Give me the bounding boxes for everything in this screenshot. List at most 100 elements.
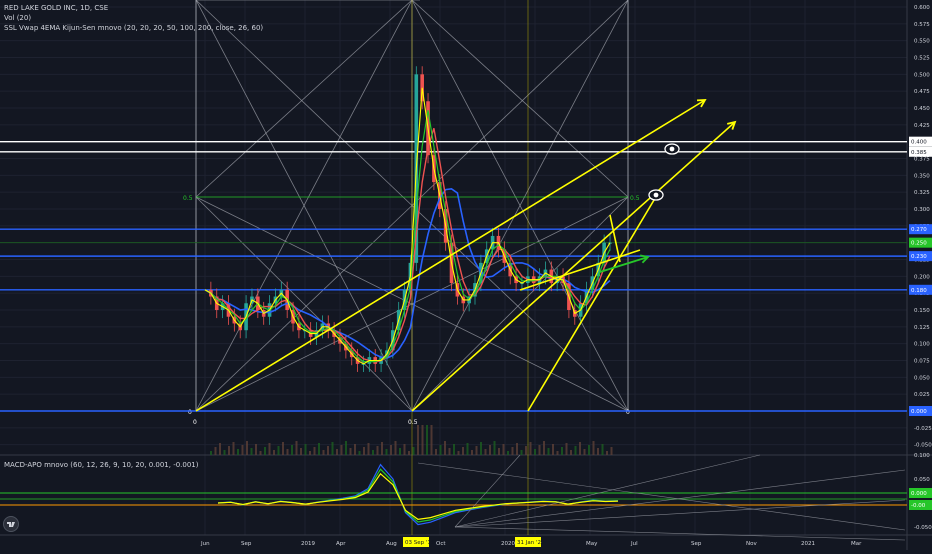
- volume-bar: [241, 445, 244, 455]
- volume-bar: [385, 449, 388, 455]
- volume-bar: [453, 444, 455, 455]
- time-tick-label: 2019: [301, 541, 315, 547]
- volume-bar: [318, 443, 320, 455]
- volume-bar: [417, 425, 419, 455]
- price-badge-label: 0.400: [911, 140, 927, 146]
- symbol-title[interactable]: RED LAKE GOLD INC, 1D, CSE: [4, 3, 263, 13]
- volume-bar: [525, 446, 527, 455]
- fib-zero-right-label: 0: [626, 409, 630, 416]
- eye-pupil: [669, 146, 675, 152]
- macd-fan-line: [454, 454, 521, 528]
- time-tick-label: Aug: [386, 541, 397, 547]
- volume-indicator-label[interactable]: Vol (20): [4, 13, 263, 23]
- volume-bar: [556, 451, 559, 455]
- trendline: [411, 121, 736, 412]
- volume-bar: [309, 451, 311, 455]
- volume-bar: [237, 449, 239, 455]
- macd-tick-label: 0.100: [914, 453, 930, 459]
- volume-bar: [421, 425, 424, 455]
- trendline: [527, 189, 661, 412]
- volume-bar: [390, 445, 392, 455]
- volume-bar: [363, 447, 365, 455]
- price-badge-label: 0.385: [911, 150, 927, 156]
- volume-bar: [588, 445, 590, 455]
- volume-bar: [502, 444, 505, 455]
- volume-bar: [601, 444, 604, 455]
- macd-badge-label: -0.00: [911, 503, 926, 509]
- price-tick-label: 0.375: [914, 157, 930, 163]
- fib-zero-label: 0: [188, 409, 192, 416]
- volume-bar: [444, 441, 446, 455]
- volume-bar: [345, 441, 347, 455]
- macd-legend: MACD-APO mnovo (60, 12, 26, 9, 10, 20, 0…: [4, 460, 199, 470]
- chart-legend: RED LAKE GOLD INC, 1D, CSE Vol (20) SSL …: [4, 3, 263, 33]
- volume-bar: [412, 447, 415, 455]
- gann-fan-drawing: 0.5 0.500.500: [183, 0, 640, 426]
- volume-bar: [543, 441, 545, 455]
- volume-bar: [597, 448, 599, 455]
- volume-bar: [435, 449, 437, 455]
- volume-bar: [376, 446, 379, 455]
- volume-bar: [610, 447, 613, 455]
- volume-bar: [507, 451, 509, 455]
- volume-bar: [354, 444, 356, 455]
- volume-bar: [538, 445, 541, 455]
- price-tick-label: 0.350: [914, 173, 930, 179]
- price-tick-label: -0.025: [914, 426, 932, 432]
- tradingview-logo-icon[interactable]: [3, 516, 19, 532]
- macd-tick-label: 0.050: [914, 477, 930, 483]
- fib-half-bottom-label: 0.5: [408, 419, 418, 426]
- volume-bar: [552, 444, 554, 455]
- volume-bar: [246, 441, 248, 455]
- ssl-indicator-label[interactable]: SSL Vwap 4EMA Kijun-Sen mnovo (20, 20, 2…: [4, 23, 263, 33]
- price-tick-label: 0.550: [914, 39, 930, 45]
- price-tick-label: 0.100: [914, 342, 930, 348]
- volume-bar: [255, 444, 257, 455]
- price-tick-label: 0.050: [914, 375, 930, 381]
- volume-bar: [489, 445, 491, 455]
- volume-bar: [403, 444, 406, 455]
- volume-bar: [250, 448, 253, 455]
- volume-bar: [291, 445, 293, 455]
- fib-half-label-right: 0.5: [630, 195, 640, 202]
- volume-bar: [264, 447, 266, 455]
- price-tick-label: 0.325: [914, 190, 930, 196]
- price-tick-label: 0.525: [914, 56, 930, 62]
- volume-bar: [430, 425, 433, 455]
- macd-fan-line: [454, 469, 906, 528]
- volume-bar: [484, 449, 487, 455]
- trendline: [609, 214, 621, 263]
- price-tick-label: 0.425: [914, 123, 930, 129]
- price-axis: 0.600 0.575 0.550 0.525 0.500 0.475 0.450 0.425…: [909, 5, 932, 531]
- time-tick-label: 2021: [801, 541, 815, 547]
- macd-fan-line: [417, 462, 906, 531]
- volume-bar: [327, 446, 329, 455]
- price-badge-label: 0.000: [911, 409, 927, 415]
- time-tick-label: Sep: [691, 541, 702, 547]
- volume-bar: [606, 451, 608, 455]
- time-tick-label: Jun: [200, 541, 210, 547]
- price-badge-label: 0.250: [911, 241, 927, 247]
- macd-line: [217, 472, 619, 521]
- volume-bars: [210, 425, 613, 455]
- volume-bar: [493, 441, 496, 455]
- volume-bar: [336, 449, 338, 455]
- volume-bar: [277, 446, 280, 455]
- volume-bar: [475, 446, 478, 455]
- volume-bar: [471, 450, 473, 455]
- volume-bar: [547, 448, 550, 455]
- macd-indicator-label[interactable]: MACD-APO mnovo (60, 12, 26, 9, 10, 20, 0…: [4, 460, 199, 470]
- time-tick-label: Nov: [746, 541, 757, 547]
- volume-bar: [408, 451, 410, 455]
- volume-bar: [268, 443, 271, 455]
- volume-bar: [304, 444, 307, 455]
- volume-bar: [511, 447, 514, 455]
- macd-fan-line: [454, 499, 906, 528]
- volume-bar: [313, 447, 316, 455]
- volume-bar: [232, 442, 235, 455]
- volume-bar: [322, 450, 325, 455]
- volume-bar: [579, 442, 581, 455]
- blue-ma-line: [204, 187, 611, 359]
- volume-bar: [394, 441, 397, 455]
- time-tick-label: Oct: [436, 541, 446, 547]
